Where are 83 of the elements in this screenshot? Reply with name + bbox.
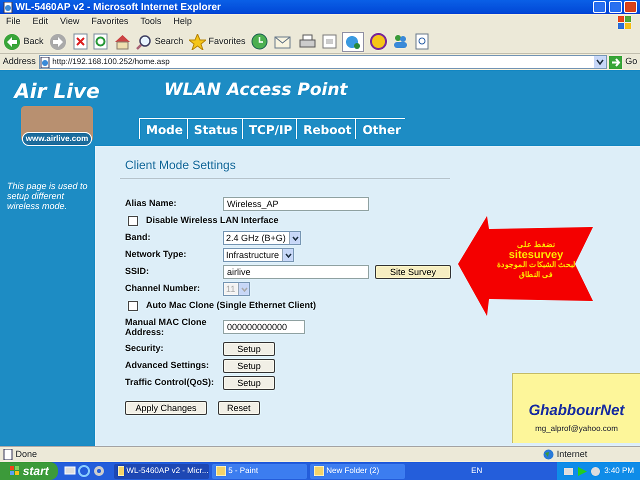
page-icon: [2, 2, 13, 12]
field-label: Channel Number:: [125, 282, 202, 295]
taskbar-button[interactable]: 5 - Paint: [212, 464, 306, 478]
setup-button[interactable]: Setup: [223, 358, 275, 372]
desktop-icon[interactable]: [64, 465, 76, 477]
nav-tab[interactable]: Mode: [139, 118, 187, 138]
printer-icon[interactable]: [299, 34, 316, 50]
globe-icon: [542, 449, 554, 460]
stop-icon[interactable]: [72, 33, 88, 50]
chat-icon[interactable]: [342, 32, 364, 52]
address-label: Address: [2, 55, 36, 68]
menu-item[interactable]: Help: [167, 15, 198, 29]
field-label: Alias Name:: [125, 196, 178, 210]
windows-logo-icon[interactable]: [10, 466, 20, 476]
star-icon[interactable]: [188, 34, 206, 50]
menu-item[interactable]: File: [0, 15, 27, 29]
taskbar-button[interactable]: WL-5460AP v2 - Micr...: [114, 464, 208, 478]
nav-tab[interactable]: Other: [355, 118, 406, 138]
setup-button[interactable]: Setup: [223, 376, 275, 390]
callout-text: sitesurvey: [508, 250, 564, 260]
restore-button[interactable]: [608, 1, 622, 13]
checkbox[interactable]: [128, 300, 138, 310]
setup-button[interactable]: Setup: [223, 342, 275, 356]
dropdown[interactable]: Infrastructure: [223, 248, 294, 262]
document-search-icon[interactable]: [414, 33, 429, 50]
reset-button[interactable]: Reset: [218, 401, 260, 415]
menu-item[interactable]: Tools: [134, 15, 168, 29]
refresh-icon[interactable]: [93, 33, 108, 50]
note-email: mg_alprof@yahoo.com: [534, 422, 619, 434]
taskbar-button[interactable]: New Folder (2): [310, 464, 404, 478]
back-button[interactable]: Back: [2, 32, 44, 50]
text-field[interactable]: airlive: [223, 264, 369, 278]
clock-text: 3:40 PM: [604, 465, 634, 477]
site-survey-button[interactable]: Site Survey: [375, 264, 451, 278]
search-button[interactable]: Search: [136, 34, 184, 50]
apply-button[interactable]: Apply Changes: [125, 401, 207, 415]
field-label: Security:: [125, 342, 165, 355]
logo-text: Air Live: [14, 78, 100, 104]
window-icon[interactable]: [118, 466, 124, 476]
window-title: WL-5460AP v2 - Microsoft Internet Explorer: [16, 0, 222, 14]
close-button[interactable]: [624, 1, 638, 13]
note-title: GhabbourNet: [528, 401, 626, 421]
text-field[interactable]: 000000000000: [223, 320, 305, 334]
checkbox-label: Auto Mac Clone (Single Ethernet Client): [146, 298, 316, 312]
section-heading: Client Mode Settings: [120, 156, 450, 179]
field-label: Manual MAC Clone Address:: [125, 317, 208, 337]
dropdown[interactable]: 2.4 GHz (B+G): [223, 230, 301, 244]
text-field[interactable]: Wireless_AP: [223, 196, 369, 210]
page-icon: [40, 56, 50, 68]
window-icon[interactable]: [216, 466, 226, 476]
start-button[interactable]: start: [0, 462, 58, 480]
browser-icon[interactable]: [78, 465, 90, 477]
checkbox-label: Disable Wireless LAN Interface: [146, 214, 278, 227]
zone-text: Internet: [556, 448, 588, 461]
menu-item[interactable]: Favorites: [85, 15, 134, 29]
go-button[interactable]: Go: [609, 55, 638, 69]
field-label: SSID:: [125, 264, 150, 278]
sidebar-text: This page is used to setup different wireless mode.: [0, 146, 95, 446]
field-label: Traffic Control(QoS):: [125, 376, 215, 389]
search-icon[interactable]: [136, 34, 152, 50]
checkbox[interactable]: [128, 216, 138, 226]
nav-tab[interactable]: Status: [186, 118, 242, 138]
menu-item[interactable]: View: [54, 15, 86, 29]
favorites-button[interactable]: Favorites: [188, 34, 246, 50]
forward-icon[interactable]: [49, 32, 68, 50]
home-icon[interactable]: [114, 33, 131, 50]
page-icon: [2, 449, 13, 460]
window-icon[interactable]: [314, 466, 324, 476]
language-indicator[interactable]: EN: [471, 465, 482, 477]
field-label: Advanced Settings:: [125, 358, 210, 372]
nav-tab[interactable]: Reboot: [296, 118, 356, 138]
minimize-button[interactable]: [592, 1, 606, 13]
status-text: Done: [16, 448, 38, 461]
address-field[interactable]: http://192.168.100.252/home.asp: [38, 55, 607, 69]
page-title: WLAN Access Point: [164, 79, 349, 102]
menu-item[interactable]: Edit: [26, 15, 54, 29]
nav-tab[interactable]: TCP/IP: [242, 118, 296, 138]
website-link[interactable]: www.airlive.com: [22, 132, 92, 146]
field-label: Band:: [125, 230, 152, 244]
history-icon[interactable]: [251, 33, 268, 50]
field-label: Network Type:: [125, 248, 188, 261]
windows-logo-icon: [618, 16, 632, 28]
people-icon[interactable]: [392, 33, 410, 50]
